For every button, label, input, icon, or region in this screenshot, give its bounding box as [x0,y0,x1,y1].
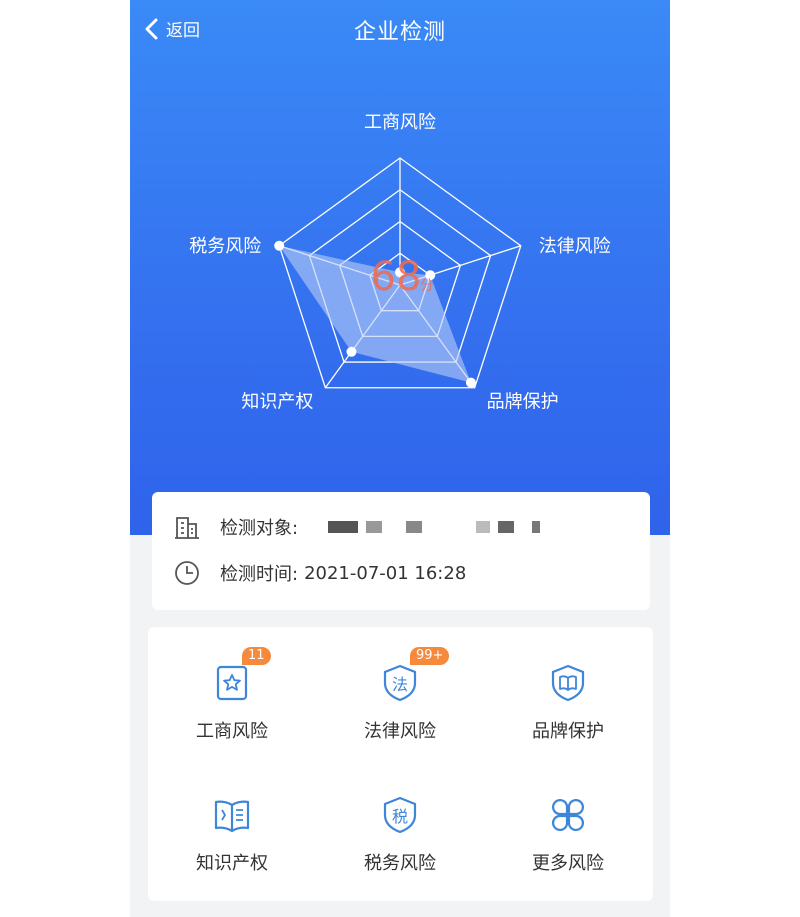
target-row: 检测对象: [174,514,541,540]
book-shield-icon [551,664,585,702]
target-label: 检测对象: [220,518,299,539]
hero-panel: 返回 企业检测 68 分 工商风险 法律风险 品牌保护 知识产权 税务风险 [130,0,670,535]
risk-item-label: 法律风险 [364,721,436,742]
badge-count: 99+ [410,647,450,665]
radar-axis-label: 税务风险 [189,236,261,257]
radar-point [346,346,357,357]
risk-item-tax[interactable]: 税 税务风险 [316,777,484,897]
time-label: 检测时间: [220,564,299,585]
risk-item-ip[interactable]: 知识产权 [148,777,316,897]
clock-icon [175,561,199,585]
risk-item-label: 更多风险 [532,853,604,874]
risk-item-label: 品牌保护 [532,721,604,742]
radar-axis-label: 工商风险 [364,112,436,133]
four-petal-icon [552,799,584,831]
star-card-icon [216,665,248,701]
score-unit: 分 [420,278,434,294]
risk-item-business[interactable]: 11 工商风险 [148,645,316,765]
score-value: 68 [371,254,422,300]
risk-item-legal[interactable]: 法 99+ 法律风险 [316,645,484,765]
time-value: 2021-07-01 16:28 [304,562,467,584]
badge-count: 11 [242,647,271,665]
radar-chart: 68 分 工商风险法律风险品牌保护 知识产权 税务风险 [189,112,611,413]
risk-item-label: 知识产权 [196,853,268,874]
radar-point [465,377,476,388]
svg-text:税: 税 [392,807,408,826]
radar-axis-label: 品牌保护 [487,392,559,413]
law-shield-icon: 法 [383,664,417,702]
risk-item-more[interactable]: 更多风险 [484,777,652,897]
target-value-redacted [328,521,541,533]
radar-axis-label: 知识产权 [241,392,313,413]
phone-screen: 返回 企业检测 68 分 工商风险 法律风险 品牌保护 知识产权 税务风险 检测对象: [130,0,670,917]
risk-grid: 11 工商风险 法 99+ 法律风险 品牌保护 知识产权 税 税务风险 更多风险 [148,627,653,901]
risk-item-label: 工商风险 [196,721,268,742]
radar-axis-label: 法律风险 [539,236,611,257]
info-card: 检测对象: 检测时间: 2021-07-01 16:28 [152,492,650,610]
building-icon [175,517,199,539]
radar-point [274,240,285,251]
time-row: 检测时间: 2021-07-01 16:28 [174,560,466,586]
tax-shield-icon: 税 [383,796,417,834]
svg-text:法: 法 [392,675,408,694]
risk-item-label: 税务风险 [364,853,436,874]
open-book-icon [214,800,250,833]
risk-item-brand[interactable]: 品牌保护 [484,645,652,765]
